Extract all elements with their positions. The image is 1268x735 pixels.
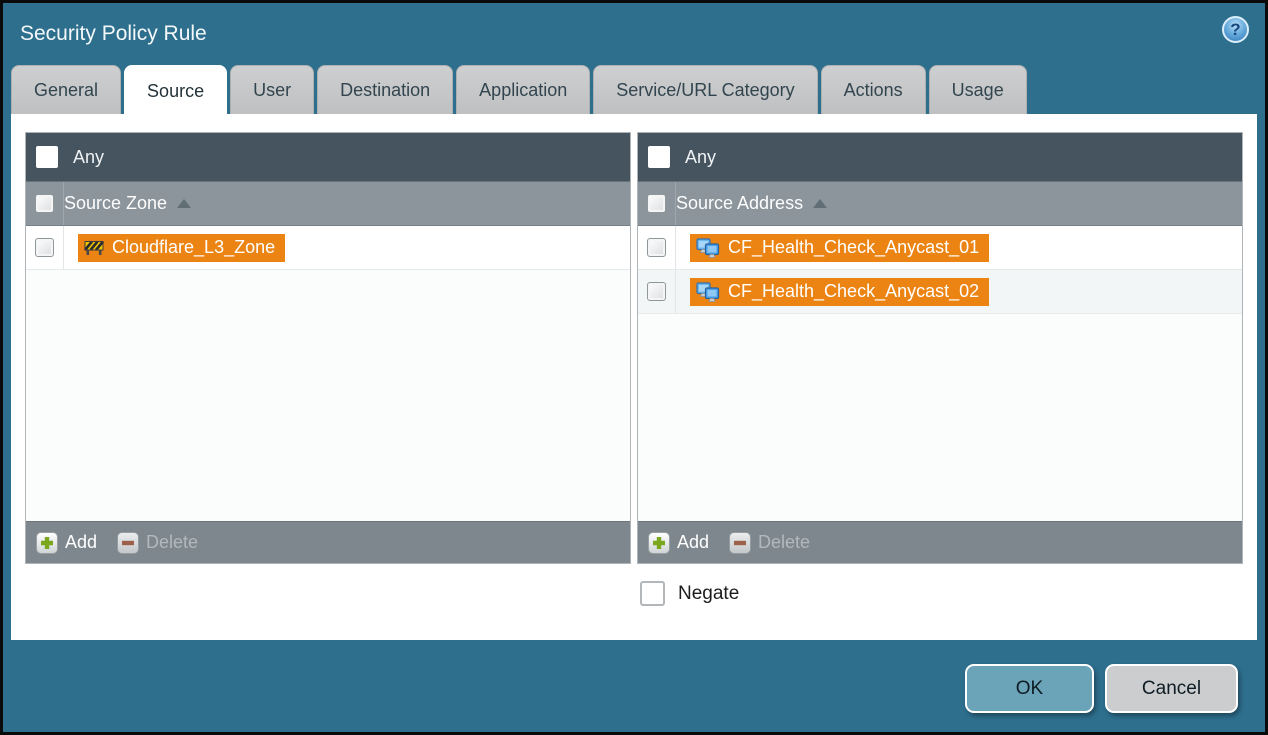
dialog-footer: OK Cancel — [965, 664, 1238, 713]
source-address-column-label: Source Address — [676, 193, 803, 214]
security-policy-rule-dialog: Security Policy Rule ? General Source Us… — [0, 0, 1268, 735]
plus-icon — [648, 532, 670, 554]
tab-actions[interactable]: Actions — [821, 65, 926, 114]
add-button[interactable]: Add — [36, 532, 97, 554]
source-address-toolbar: Add Delete — [638, 521, 1242, 563]
tab-general[interactable]: General — [11, 65, 121, 114]
help-icon[interactable]: ? — [1222, 16, 1249, 43]
add-button[interactable]: Add — [648, 532, 709, 554]
tab-bar: General Source User Destination Applicat… — [3, 65, 1265, 114]
source-zone-column-label: Source Zone — [64, 193, 167, 214]
tab-source[interactable]: Source — [124, 65, 227, 116]
plus-icon — [36, 532, 58, 554]
source-address-any-label: Any — [685, 147, 716, 168]
row-checkbox[interactable] — [35, 238, 54, 257]
zone-chip[interactable]: Cloudflare_L3_Zone — [78, 234, 285, 262]
ok-button[interactable]: OK — [965, 664, 1094, 713]
source-zone-any-label: Any — [73, 147, 104, 168]
address-chip[interactable]: CF_Health_Check_Anycast_01 — [690, 234, 989, 262]
table-row[interactable]: CF_Health_Check_Anycast_01 — [638, 226, 1242, 270]
cancel-button[interactable]: Cancel — [1105, 664, 1238, 713]
address-chip-label: CF_Health_Check_Anycast_01 — [728, 237, 979, 258]
address-icon — [696, 282, 720, 302]
source-zone-any-checkbox[interactable] — [36, 146, 58, 168]
minus-icon — [729, 532, 751, 554]
source-address-any-bar: Any — [638, 133, 1242, 181]
row-checkbox[interactable] — [647, 282, 666, 301]
delete-button[interactable]: Delete — [117, 532, 198, 554]
zone-chip-label: Cloudflare_L3_Zone — [112, 237, 275, 258]
source-address-any-checkbox[interactable] — [648, 146, 670, 168]
source-zone-column-header[interactable]: Source Zone — [26, 181, 630, 226]
tab-content-source: Any Source Zone — [11, 114, 1257, 640]
dialog-title: Security Policy Rule — [20, 22, 207, 46]
minus-icon — [117, 532, 139, 554]
sort-ascending-icon — [177, 199, 191, 208]
address-chip-label: CF_Health_Check_Anycast_02 — [728, 281, 979, 302]
tab-application[interactable]: Application — [456, 65, 590, 114]
source-zone-any-bar: Any — [26, 133, 630, 181]
source-address-list: CF_Health_Check_Anycast_01 — [638, 226, 1242, 521]
negate-row: Negate — [11, 564, 1257, 606]
address-chip[interactable]: CF_Health_Check_Anycast_02 — [690, 278, 989, 306]
delete-button[interactable]: Delete — [729, 532, 810, 554]
source-address-column-header[interactable]: Source Address — [638, 181, 1242, 226]
tab-usage[interactable]: Usage — [929, 65, 1027, 114]
source-zone-list: Cloudflare_L3_Zone — [26, 226, 630, 521]
zone-icon — [84, 239, 104, 256]
dialog-titlebar: Security Policy Rule — [3, 3, 1265, 65]
sort-ascending-icon — [813, 199, 827, 208]
source-address-panel: Any Source Address — [637, 132, 1243, 564]
source-zone-select-all-checkbox[interactable] — [35, 194, 54, 213]
address-icon — [696, 238, 720, 258]
table-row[interactable]: Cloudflare_L3_Zone — [26, 226, 630, 270]
source-zone-panel: Any Source Zone — [25, 132, 631, 564]
negate-checkbox[interactable] — [640, 581, 665, 606]
tab-user[interactable]: User — [230, 65, 314, 114]
source-zone-toolbar: Add Delete — [26, 521, 630, 563]
table-row[interactable]: CF_Health_Check_Anycast_02 — [638, 270, 1242, 314]
tab-destination[interactable]: Destination — [317, 65, 453, 114]
source-address-select-all-checkbox[interactable] — [647, 194, 666, 213]
negate-label: Negate — [678, 583, 739, 605]
row-checkbox[interactable] — [647, 238, 666, 257]
tab-service-url-category[interactable]: Service/URL Category — [593, 65, 817, 114]
